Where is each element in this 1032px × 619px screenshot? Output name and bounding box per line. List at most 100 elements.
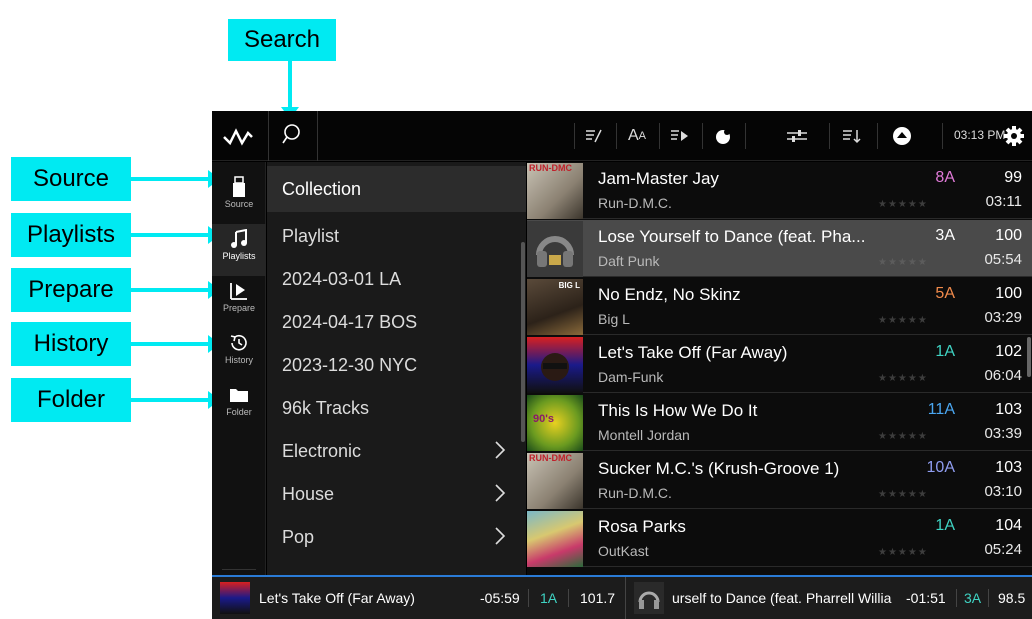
sidebar-item-folder[interactable]: Folder <box>212 380 266 432</box>
album-art <box>527 221 583 277</box>
table-row[interactable]: Rosa Parks OutKast 1A ★★★★★ 104 05:24 <box>527 510 1032 567</box>
category-item-playlist[interactable]: 2023-12-30 NYC <box>267 344 526 387</box>
track-artist: Montell Jordan <box>598 427 690 443</box>
track-title: Lose Yourself to Dance (feat. Pha... <box>598 227 866 246</box>
callout-history: History <box>11 322 131 366</box>
table-row[interactable]: 90's This Is How We Do It Montell Jordan… <box>527 394 1032 451</box>
track-key: 5A <box>935 285 955 302</box>
callout-prepare-arrow <box>131 281 220 299</box>
category-item-folder[interactable]: Electronic <box>267 430 526 473</box>
category-item-playlist[interactable]: 96k Tracks <box>267 387 526 430</box>
filter-icon[interactable] <box>777 111 817 161</box>
table-row[interactable]: Lose Yourself to Dance (feat. Pha... Daf… <box>527 220 1032 277</box>
track-key: 1A <box>935 343 955 360</box>
deck-time: -05:59 <box>480 590 520 606</box>
track-time: 05:54 <box>984 251 1022 268</box>
album-art: 90's <box>527 395 583 451</box>
track-key: 3A <box>935 227 955 244</box>
deck-key: 3A <box>964 590 982 606</box>
sidebar: Source Playlists Prepare History Folder <box>212 162 266 606</box>
divider <box>942 123 943 149</box>
eject-icon[interactable] <box>882 111 922 161</box>
deck-bpm: 101.7 <box>580 590 616 606</box>
sidebar-item-prepare[interactable]: Prepare <box>212 276 266 328</box>
divider <box>956 589 957 607</box>
device-screen: AA 03:13 PM Source Playlists Prepare His… <box>212 111 1032 619</box>
rating-stars[interactable]: ★★★★★ <box>878 489 928 500</box>
text-size-icon[interactable]: AA <box>617 111 657 161</box>
category-item-folder[interactable]: House <box>267 473 526 516</box>
rating-stars[interactable]: ★★★★★ <box>878 315 928 326</box>
table-row[interactable]: BIG L No Endz, No Skinz Big L 5A ★★★★★ 1… <box>527 278 1032 335</box>
category-item-folder[interactable]: Pop <box>267 516 526 559</box>
rating-stars[interactable]: ★★★★★ <box>878 547 928 558</box>
track-title: Let's Take Off (Far Away) <box>598 343 788 362</box>
track-key: 1A <box>935 517 955 534</box>
category-scrollbar[interactable] <box>521 242 525 442</box>
track-title: Rosa Parks <box>598 517 686 536</box>
preview-icon[interactable] <box>660 111 700 161</box>
sidebar-item-label: Folder <box>226 407 252 417</box>
track-title: This Is How We Do It <box>598 401 758 420</box>
rating-stars[interactable]: ★★★★★ <box>878 257 928 268</box>
deck-1[interactable]: Let's Take Off (Far Away) -05:59 1A 101.… <box>212 577 626 619</box>
sort-icon[interactable] <box>832 111 872 161</box>
rating-stars[interactable]: ★★★★★ <box>878 199 928 210</box>
search-button[interactable] <box>268 111 318 161</box>
table-row[interactable]: RUN-DMC Sucker M.C.'s (Krush-Groove 1) R… <box>527 452 1032 509</box>
track-time: 03:11 <box>985 193 1022 210</box>
track-title: Jam-Master Jay <box>598 169 719 188</box>
search-icon <box>282 123 304 150</box>
track-title: Sucker M.C.'s (Krush-Groove 1) <box>598 459 840 478</box>
sidebar-item-playlists[interactable]: Playlists <box>212 224 266 276</box>
divider <box>745 123 746 149</box>
track-bpm: 104 <box>995 517 1022 534</box>
color-icon[interactable] <box>703 111 743 161</box>
track-artist: Daft Punk <box>598 253 660 269</box>
usb-drive-icon <box>232 176 246 198</box>
sidebar-item-history[interactable]: History <box>212 328 266 380</box>
table-row[interactable]: RUN-DMC Jam-Master Jay Run-D.M.C. 8A ★★★… <box>527 162 1032 219</box>
category-label: Pop <box>282 527 315 547</box>
category-item-playlist[interactable]: Playlist <box>267 215 526 258</box>
table-row[interactable]: Let's Take Off (Far Away) Dam-Funk 1A ★★… <box>527 336 1032 393</box>
track-time: 05:24 <box>984 541 1022 558</box>
category-label: Electronic <box>282 441 362 461</box>
deck-title: Let's Take Off (Far Away) <box>259 590 415 606</box>
divider <box>877 123 878 149</box>
divider <box>568 589 569 607</box>
track-bpm: 103 <box>995 401 1022 418</box>
album-art: RUN-DMC <box>527 163 583 219</box>
divider <box>528 589 529 607</box>
track-bpm: 100 <box>995 285 1022 302</box>
category-label: House <box>282 484 335 504</box>
sidebar-item-label: Playlists <box>222 251 256 261</box>
deck-time: -01:51 <box>906 590 946 606</box>
track-scrollbar[interactable] <box>1027 337 1031 377</box>
sidebar-item-source[interactable]: Source <box>212 172 266 224</box>
callout-playlists: Playlists <box>11 213 131 257</box>
category-item-playlist[interactable]: 2024-04-17 BOS <box>267 301 526 344</box>
deck-key: 1A <box>540 590 558 606</box>
divider <box>988 589 989 607</box>
prepare-icon <box>229 280 249 302</box>
rating-stars[interactable]: ★★★★★ <box>878 373 928 384</box>
rating-stars[interactable]: ★★★★★ <box>878 431 928 442</box>
edit-list-icon[interactable] <box>574 111 614 161</box>
track-time: 06:04 <box>984 367 1022 384</box>
track-key: 8A <box>935 169 955 186</box>
album-art: BIG L <box>527 279 583 335</box>
deck-status-bar: Let's Take Off (Far Away) -05:59 1A 101.… <box>212 575 1032 619</box>
category-label: 2023-12-30 NYC <box>282 355 418 375</box>
callout-folder-arrow <box>131 391 220 409</box>
deck-album-art <box>634 582 664 614</box>
callout-search-arrow <box>281 61 299 119</box>
deck-2[interactable]: urself to Dance (feat. Pharrell Willia -… <box>626 577 1032 619</box>
category-item-playlist[interactable]: 2024-03-01 LA <box>267 258 526 301</box>
top-bar: AA 03:13 PM <box>212 111 1032 161</box>
callout-playlists-arrow <box>131 226 220 244</box>
gear-icon[interactable] <box>994 111 1032 161</box>
deck-bpm: 98.5 <box>998 590 1026 606</box>
category-item-collection[interactable]: Collection <box>267 166 526 212</box>
deck-album-art <box>220 582 250 614</box>
